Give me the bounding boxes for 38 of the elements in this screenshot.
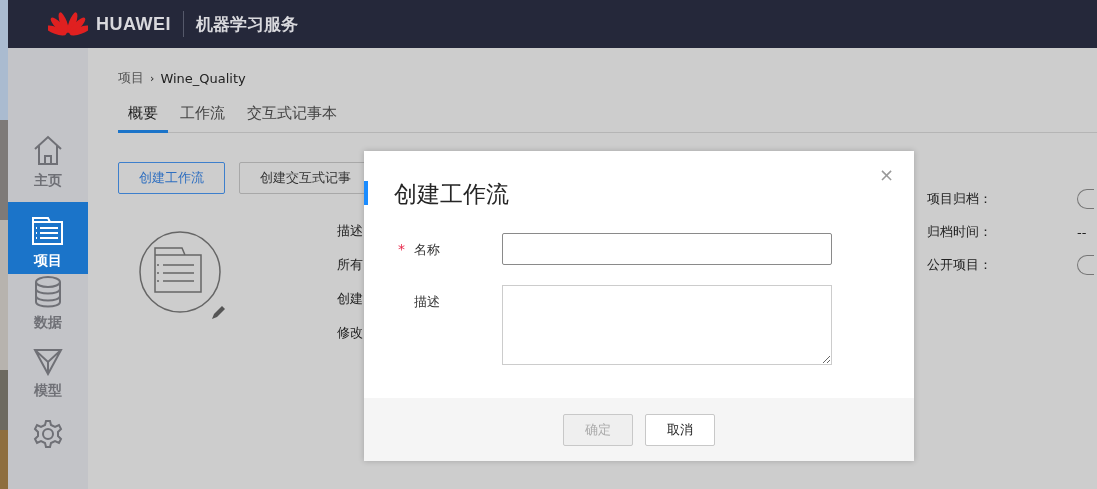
name-field[interactable]	[502, 233, 832, 265]
field-label: 描述	[414, 293, 441, 311]
app-title: 机器学习服务	[196, 12, 298, 36]
settings-icon	[33, 419, 63, 450]
tab[interactable]: 概要	[118, 100, 168, 133]
folder-list-icon	[32, 215, 64, 246]
description-field[interactable]	[502, 285, 832, 365]
brand-name: HUAWEI	[96, 13, 171, 35]
field-label: 名称	[414, 241, 441, 259]
database-icon	[34, 276, 62, 309]
funnel-icon	[33, 347, 63, 376]
breadcrumb-link[interactable]: 项目	[118, 69, 144, 87]
setting-value: --	[1077, 224, 1088, 240]
breadcrumb-current: Wine_Quality	[160, 70, 246, 86]
project-folder-icon	[138, 230, 222, 314]
setting-label: 公开项目：	[927, 256, 993, 274]
title-accent	[364, 181, 368, 205]
required-mark: *	[398, 241, 405, 257]
sidebar-item[interactable]: 项目	[8, 201, 88, 275]
setting-label: 归档时间：	[927, 223, 993, 241]
tab[interactable]: 工作流	[170, 100, 235, 133]
tab[interactable]: 交互式记事本	[237, 100, 347, 133]
setting-label: 项目归档：	[927, 190, 993, 208]
close-button[interactable]: ×	[878, 165, 894, 185]
dialog-title: 创建工作流	[394, 181, 509, 207]
info-label: 修改	[337, 324, 363, 342]
home-icon	[33, 134, 63, 166]
action-button[interactable]: 创建工作流	[118, 162, 225, 194]
breadcrumb-separator: ›	[150, 71, 155, 85]
sidebar-item[interactable]: 模型	[8, 345, 88, 418]
info-label: 所有	[337, 256, 363, 274]
logo-icon	[48, 10, 88, 38]
sidebar-item[interactable]: 主页	[8, 132, 88, 204]
sidebar-item[interactable]: 数据	[8, 274, 88, 346]
info-label: 描述	[337, 222, 363, 240]
info-label: 创建	[337, 290, 363, 308]
cancel-button[interactable]: 取消	[645, 413, 715, 446]
pencil-icon[interactable]	[211, 304, 227, 320]
